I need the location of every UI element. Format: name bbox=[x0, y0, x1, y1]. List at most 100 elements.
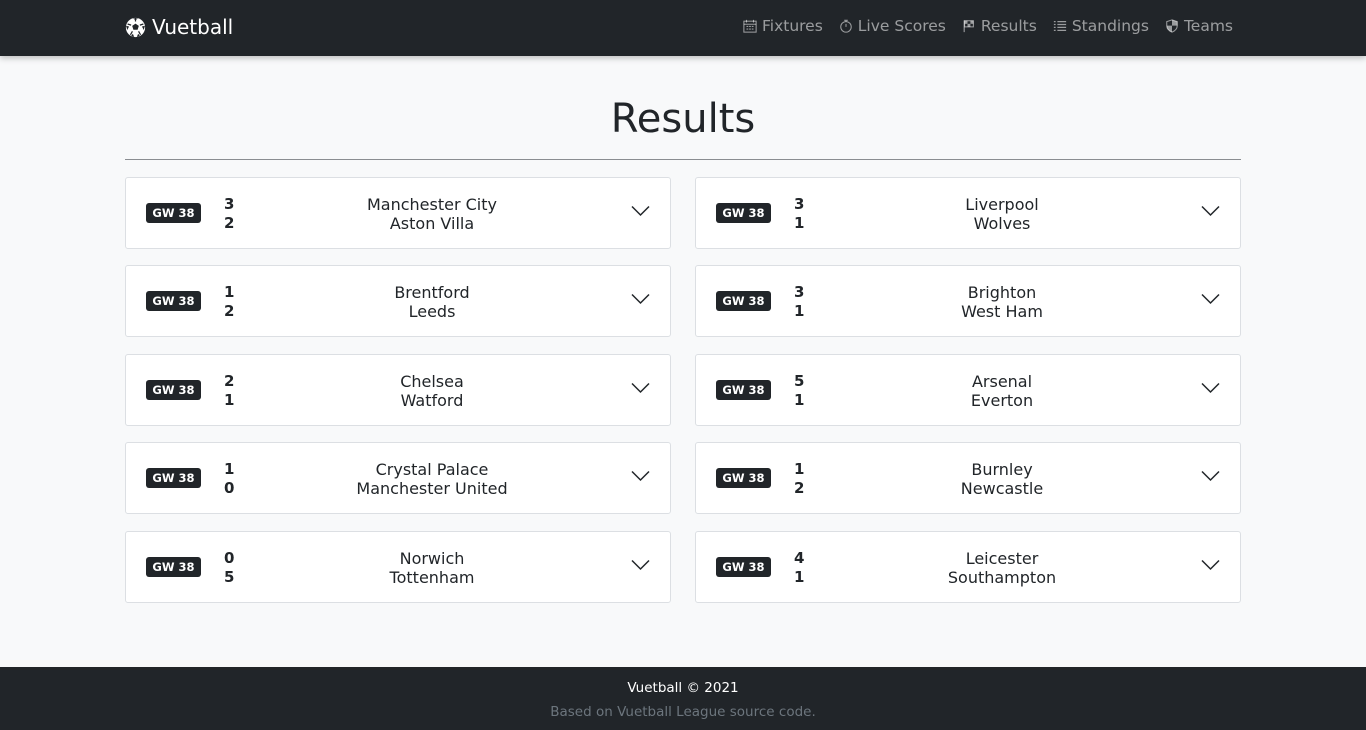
chevron-down-icon[interactable] bbox=[1201, 205, 1220, 217]
gameweek-badge: GW 38 bbox=[146, 468, 201, 488]
away-score: 0 bbox=[224, 479, 235, 497]
home-team: Liverpool bbox=[965, 195, 1039, 214]
nav-live-scores-label: Live Scores bbox=[857, 17, 946, 35]
page-title: Results bbox=[610, 96, 756, 142]
team-names: Norwich Tottenham bbox=[286, 549, 578, 587]
result-card[interactable]: GW 38 3 2 Manchester City Aston Villa bbox=[125, 177, 671, 249]
team-names: Arsenal Everton bbox=[856, 372, 1148, 410]
footer-credit: Based on Vuetball League source code. bbox=[550, 704, 816, 720]
away-score: 1 bbox=[794, 302, 805, 320]
home-score: 1 bbox=[224, 283, 235, 301]
chevron-down-icon[interactable] bbox=[631, 205, 650, 217]
away-team: Wolves bbox=[973, 214, 1031, 233]
team-names: Manchester City Aston Villa bbox=[286, 195, 578, 233]
nav-live-scores[interactable]: Live Scores bbox=[839, 17, 946, 35]
nav-fixtures-label: Fixtures bbox=[761, 17, 823, 35]
score-column: 5 1 bbox=[794, 372, 804, 410]
score-column: 0 5 bbox=[224, 549, 234, 587]
home-score: 1 bbox=[224, 460, 235, 478]
flag-icon bbox=[963, 20, 974, 33]
result-card[interactable]: GW 38 2 1 Chelsea Watford bbox=[125, 354, 671, 426]
away-team: Leeds bbox=[408, 302, 456, 321]
page-footer: Vuetball © 2021 Based on Vuetball League… bbox=[0, 667, 1366, 730]
score-column: 3 1 bbox=[794, 195, 804, 233]
home-team: Arsenal bbox=[971, 372, 1033, 391]
gameweek-badge: GW 38 bbox=[146, 380, 201, 400]
home-score: 3 bbox=[794, 195, 805, 213]
home-team: Crystal Palace bbox=[375, 460, 489, 479]
home-team: Norwich bbox=[399, 549, 465, 568]
title-divider bbox=[125, 159, 1241, 160]
score-column: 1 2 bbox=[224, 283, 234, 321]
chevron-down-icon[interactable] bbox=[1201, 559, 1220, 571]
nav-results-label: Results bbox=[980, 17, 1037, 35]
nav-standings[interactable]: Standings bbox=[1053, 17, 1149, 35]
gameweek-badge: GW 38 bbox=[146, 557, 201, 577]
result-card[interactable]: GW 38 1 0 Crystal Palace Manchester Unit… bbox=[125, 442, 671, 514]
home-score: 3 bbox=[794, 283, 805, 301]
away-score: 2 bbox=[224, 214, 235, 232]
result-card[interactable]: GW 38 1 2 Burnley Newcastle bbox=[695, 442, 1241, 514]
home-score: 5 bbox=[794, 372, 805, 390]
chevron-down-icon[interactable] bbox=[1201, 470, 1220, 482]
gameweek-badge: GW 38 bbox=[716, 203, 771, 223]
away-score: 2 bbox=[224, 302, 235, 320]
away-team: Newcastle bbox=[960, 479, 1044, 498]
brand-link[interactable]: Vuetball bbox=[125, 15, 233, 39]
nav-teams-label: Teams bbox=[1183, 17, 1233, 35]
home-team: Chelsea bbox=[400, 372, 464, 391]
chevron-down-icon[interactable] bbox=[631, 470, 650, 482]
result-card[interactable]: GW 38 0 5 Norwich Tottenham bbox=[125, 531, 671, 603]
nav-standings-label: Standings bbox=[1071, 17, 1149, 35]
away-score: 1 bbox=[794, 214, 805, 232]
score-column: 3 1 bbox=[794, 283, 804, 321]
gameweek-badge: GW 38 bbox=[146, 203, 201, 223]
chevron-down-icon[interactable] bbox=[631, 293, 650, 305]
chevron-down-icon[interactable] bbox=[1201, 382, 1220, 394]
home-score: 3 bbox=[224, 195, 235, 213]
team-names: Brentford Leeds bbox=[286, 283, 578, 321]
home-team: Brentford bbox=[394, 283, 470, 302]
away-team: Watford bbox=[400, 391, 464, 410]
team-names: Liverpool Wolves bbox=[856, 195, 1148, 233]
list-icon bbox=[1053, 20, 1066, 32]
brand-name: Vuetball bbox=[152, 15, 234, 39]
result-card[interactable]: GW 38 3 1 Liverpool Wolves bbox=[695, 177, 1241, 249]
gameweek-badge: GW 38 bbox=[146, 291, 201, 311]
gameweek-badge: GW 38 bbox=[716, 557, 771, 577]
away-score: 1 bbox=[224, 391, 235, 409]
gameweek-badge: GW 38 bbox=[716, 380, 771, 400]
main-nav: Fixtures Live Scores Results Standings T… bbox=[743, 17, 1233, 35]
away-team: Manchester United bbox=[356, 479, 508, 498]
away-team: Everton bbox=[970, 391, 1034, 410]
nav-results[interactable]: Results bbox=[962, 17, 1037, 35]
result-card[interactable]: GW 38 3 1 Brighton West Ham bbox=[695, 265, 1241, 337]
home-team: Burnley bbox=[971, 460, 1033, 479]
result-card[interactable]: GW 38 4 1 Leicester Southampton bbox=[695, 531, 1241, 603]
score-column: 2 1 bbox=[224, 372, 234, 410]
away-score: 1 bbox=[794, 568, 805, 586]
nav-fixtures[interactable]: Fixtures bbox=[743, 17, 823, 35]
home-team: Brighton bbox=[967, 283, 1037, 302]
chevron-down-icon[interactable] bbox=[631, 382, 650, 394]
soccer-ball-icon bbox=[125, 17, 146, 37]
home-score: 2 bbox=[224, 372, 235, 390]
home-score: 1 bbox=[794, 460, 805, 478]
nav-teams[interactable]: Teams bbox=[1165, 17, 1233, 35]
away-score: 2 bbox=[794, 479, 805, 497]
footer-copyright: Vuetball © 2021 bbox=[627, 680, 739, 696]
score-column: 4 1 bbox=[794, 549, 804, 587]
chevron-down-icon[interactable] bbox=[1201, 293, 1220, 305]
gameweek-badge: GW 38 bbox=[716, 291, 771, 311]
away-team: Tottenham bbox=[389, 568, 475, 587]
result-card[interactable]: GW 38 1 2 Brentford Leeds bbox=[125, 265, 671, 337]
away-score: 5 bbox=[224, 568, 235, 586]
away-team: Aston Villa bbox=[389, 214, 475, 233]
score-column: 3 2 bbox=[224, 195, 234, 233]
stopwatch-icon bbox=[840, 19, 852, 33]
result-card[interactable]: GW 38 5 1 Arsenal Everton bbox=[695, 354, 1241, 426]
score-column: 1 2 bbox=[794, 460, 804, 498]
chevron-down-icon[interactable] bbox=[631, 559, 650, 571]
top-navbar: Vuetball Fixtures Live Scores Results St… bbox=[0, 0, 1366, 56]
team-names: Chelsea Watford bbox=[286, 372, 578, 410]
